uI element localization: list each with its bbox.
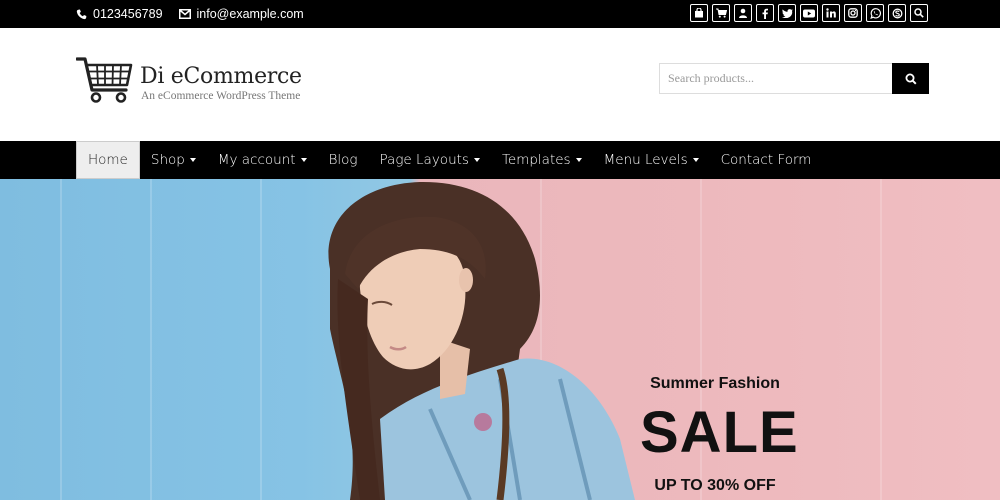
linkedin-icon[interactable] — [822, 4, 840, 22]
site-header: Di eCommerce An eCommerce WordPress Them… — [0, 28, 1000, 141]
search-icon — [905, 73, 917, 85]
cart-icon[interactable] — [712, 4, 730, 22]
email-address: info@example.com — [196, 7, 304, 21]
shopping-cart-logo-icon — [76, 57, 133, 103]
whatsapp-icon[interactable] — [866, 4, 884, 22]
phone-icon — [76, 9, 87, 19]
hero-model-image — [328, 181, 635, 500]
hero-offer: UP TO 30% OFF — [654, 477, 776, 494]
nav-item-my-account[interactable]: My account — [207, 141, 318, 179]
phone-contact[interactable]: 0123456789 — [76, 7, 163, 21]
facebook-icon[interactable] — [756, 4, 774, 22]
contact-info: 0123456789 info@example.com — [76, 0, 320, 28]
nav-label: Home — [88, 152, 128, 168]
skype-icon[interactable] — [888, 4, 906, 22]
logo-text: Di eCommerce An eCommerce WordPress Them… — [140, 56, 302, 102]
site-logo[interactable]: Di eCommerce An eCommerce WordPress Them… — [76, 56, 302, 104]
nav-label: Page Layouts — [379, 152, 469, 168]
nav-label: My account — [217, 152, 296, 168]
nav-label: Menu Levels — [603, 152, 688, 168]
envelope-icon — [178, 9, 191, 19]
bag-icon[interactable] — [690, 4, 708, 22]
top-bar: 0123456789 info@example.com — [0, 0, 1000, 28]
user-icon[interactable] — [734, 4, 752, 22]
product-search — [659, 63, 929, 94]
nav-item-shop[interactable]: Shop — [140, 141, 207, 179]
nav-label: Shop — [150, 152, 185, 168]
site-title[interactable]: Di eCommerce — [140, 64, 302, 89]
phone-number: 0123456789 — [93, 7, 163, 21]
search-input[interactable] — [659, 63, 892, 94]
caret-down-icon — [300, 158, 307, 162]
main-navigation: Home Shop My account Blog Page Layouts T… — [0, 141, 1000, 179]
caret-down-icon — [692, 158, 699, 162]
caret-down-icon — [473, 158, 480, 162]
site-tagline: An eCommerce WordPress Theme — [141, 90, 301, 102]
instagram-icon[interactable] — [844, 4, 862, 22]
nav-label: Blog — [328, 152, 358, 168]
nav-item-home[interactable]: Home — [76, 141, 140, 179]
nav-item-contact-form[interactable]: Contact Form — [710, 141, 823, 179]
social-icons — [686, 4, 928, 22]
nav-label: Templates — [501, 152, 571, 168]
twitter-icon[interactable] — [778, 4, 796, 22]
caret-down-icon — [575, 158, 582, 162]
caret-down-icon — [189, 158, 196, 162]
nav-label: Contact Form — [720, 152, 812, 168]
hero-headline: SALE — [640, 400, 799, 465]
nav-item-page-layouts[interactable]: Page Layouts — [369, 141, 491, 179]
email-contact[interactable]: info@example.com — [178, 7, 304, 21]
nav-item-menu-levels[interactable]: Menu Levels — [593, 141, 710, 179]
hero-banner[interactable]: Summer Fashion SALE UP TO 30% OFF — [0, 179, 1000, 500]
nav-item-blog[interactable]: Blog — [318, 141, 369, 179]
hero-subtitle: Summer Fashion — [650, 375, 780, 392]
youtube-icon[interactable] — [800, 4, 818, 22]
search-button[interactable] — [892, 63, 929, 94]
hero-text: Summer Fashion SALE UP TO 30% OFF — [640, 375, 799, 495]
nav-item-templates[interactable]: Templates — [491, 141, 593, 179]
search-icon[interactable] — [910, 4, 928, 22]
